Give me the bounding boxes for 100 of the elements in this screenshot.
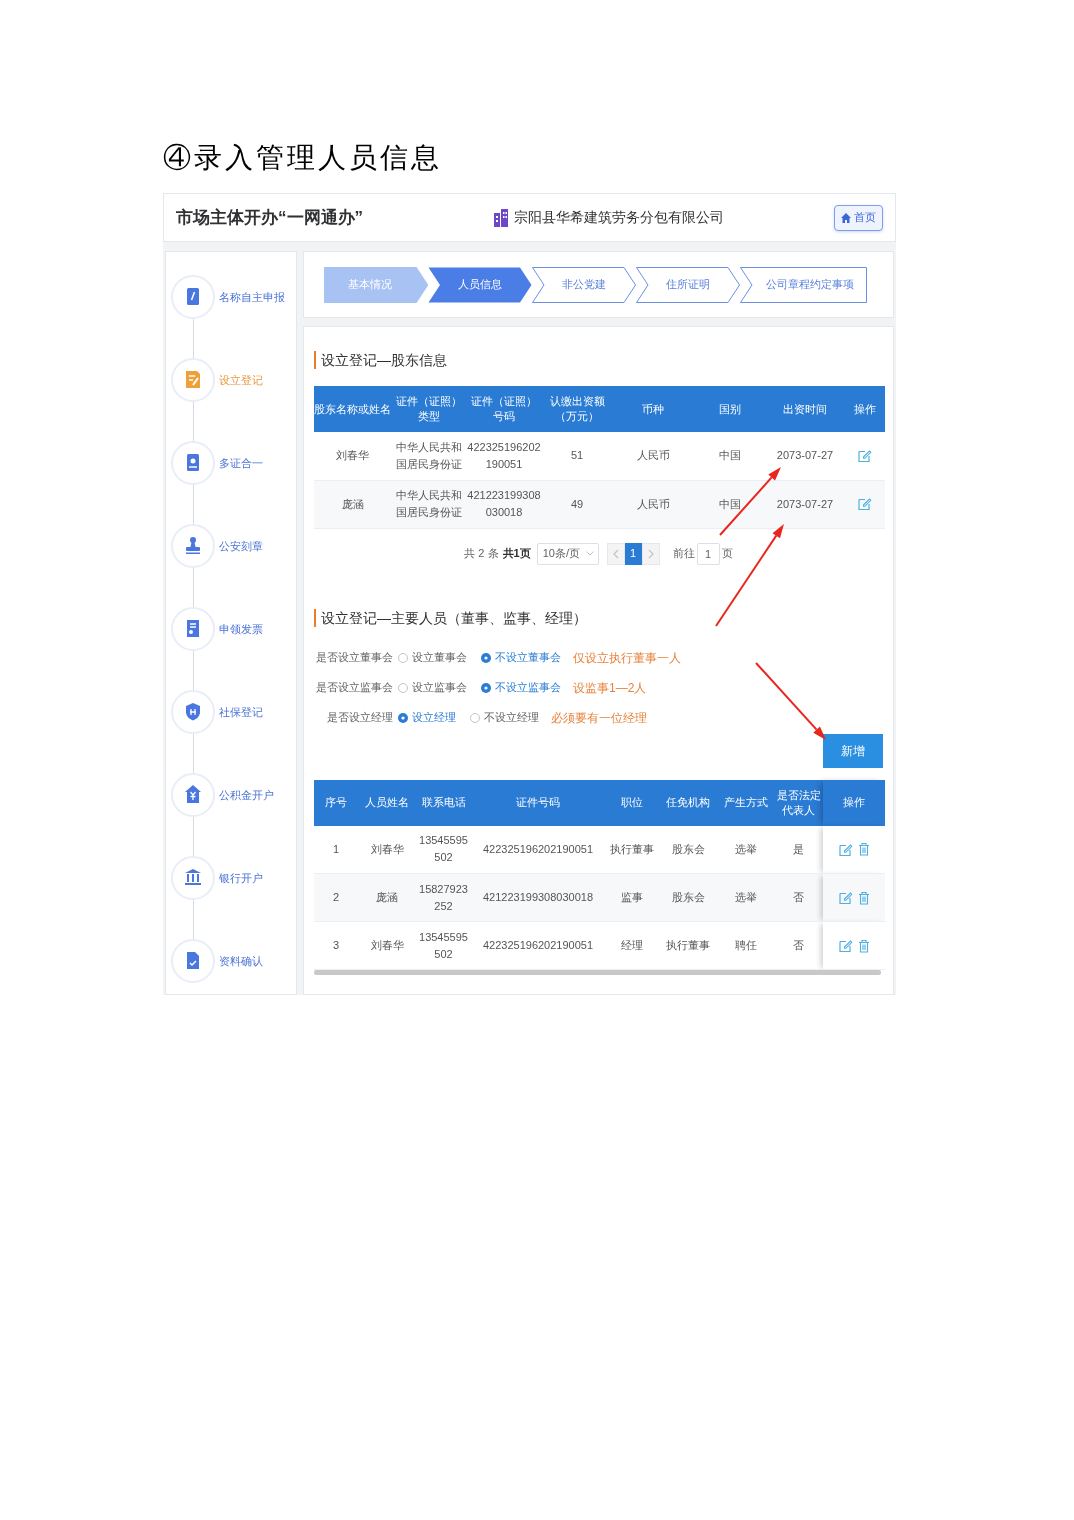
sidebar-item[interactable]: 多证合一 bbox=[166, 441, 296, 485]
add-button[interactable]: 新增 bbox=[823, 733, 883, 768]
prev-page-button[interactable] bbox=[606, 542, 625, 565]
page-heading: ④录入管理人员信息 bbox=[163, 140, 442, 176]
table-cell: 中华人民共和国居民身份证 bbox=[391, 432, 467, 480]
app-title: 市场主体开办“一网通办” bbox=[176, 207, 363, 227]
sidebar-item[interactable]: 社保登记 bbox=[166, 690, 296, 734]
column-header: 国别 bbox=[693, 386, 766, 432]
table-cell: 2073-07-27 bbox=[766, 480, 844, 528]
notebook-icon bbox=[171, 275, 215, 319]
horizontal-scrollbar[interactable] bbox=[314, 970, 881, 975]
step-tab[interactable]: 住所证明 bbox=[636, 266, 740, 303]
goto-label: 前往 bbox=[672, 546, 695, 562]
hint-text: 设监事1—2人 bbox=[573, 679, 647, 697]
column-header: 序号 bbox=[314, 779, 358, 826]
radio-icon[interactable] bbox=[481, 682, 491, 693]
sidebar-item[interactable]: 名称自主申报 bbox=[166, 275, 296, 319]
table-cell: 股东会 bbox=[659, 873, 717, 922]
step-connector bbox=[193, 900, 194, 939]
column-header: 股东名称或姓名 bbox=[314, 386, 391, 432]
trash-icon[interactable] bbox=[858, 890, 870, 905]
company-name: 宗阳县华希建筑劳务分包有限公司 bbox=[514, 208, 724, 227]
column-header: 任免机构 bbox=[659, 779, 717, 826]
step-connector bbox=[193, 485, 194, 524]
sidebar-item[interactable]: 银行开户 bbox=[166, 856, 296, 900]
step-connector bbox=[193, 817, 194, 856]
document-check-icon bbox=[171, 939, 215, 983]
step-tab[interactable]: 公司章程约定事项 bbox=[740, 266, 867, 303]
sidebar-item[interactable]: 公安刻章 bbox=[166, 524, 296, 568]
radio-option[interactable]: 不设立经理 bbox=[470, 709, 539, 726]
sidebar-item[interactable]: 申领发票 bbox=[166, 607, 296, 651]
table-cell: 庞涵 bbox=[314, 480, 391, 528]
column-header: 人员姓名 bbox=[358, 779, 416, 826]
caret-down-icon bbox=[585, 551, 594, 556]
table-cell: 中国 bbox=[693, 480, 766, 528]
document-pen-icon bbox=[171, 358, 215, 402]
edit-icon[interactable] bbox=[856, 447, 873, 464]
table-cell: 刘春华 bbox=[358, 921, 416, 970]
section-title: 设立登记—股东信息 bbox=[314, 351, 447, 369]
table-cell: 刘春华 bbox=[358, 825, 416, 874]
table-cell: 13545595502 bbox=[416, 825, 471, 874]
sidebar-item[interactable]: 公积金开户 bbox=[166, 773, 296, 817]
step-tab[interactable]: 人员信息 bbox=[428, 266, 532, 303]
edit-icon[interactable] bbox=[838, 938, 852, 953]
table-cell: 人民币 bbox=[613, 432, 693, 480]
chevron-right-icon bbox=[647, 548, 654, 559]
radio-option[interactable]: 不设立董事会 bbox=[481, 649, 561, 666]
table-cell: 否 bbox=[774, 873, 823, 922]
column-header: 操作 bbox=[823, 779, 885, 826]
invoice-icon bbox=[171, 607, 215, 651]
radio-option[interactable]: 设立监事会 bbox=[398, 679, 467, 696]
table-cell: 经理 bbox=[605, 921, 659, 970]
radio-icon[interactable] bbox=[398, 652, 408, 663]
table-cell: 中国 bbox=[693, 432, 766, 480]
table-cell: 3 bbox=[314, 921, 358, 970]
hint-text: 必须要有一位经理 bbox=[551, 709, 647, 727]
goto-page-input[interactable]: 1 bbox=[696, 542, 720, 565]
radio-option[interactable]: 设立经理 bbox=[398, 709, 456, 726]
table-cell: 选举 bbox=[717, 825, 774, 874]
table-cell: 否 bbox=[774, 921, 823, 970]
home-icon bbox=[841, 212, 851, 223]
column-header: 联系电话 bbox=[416, 779, 471, 826]
column-header: 认缴出资额（万元） bbox=[541, 386, 613, 432]
bank-icon bbox=[171, 856, 215, 900]
edit-icon[interactable] bbox=[856, 496, 873, 512]
chevron-left-icon bbox=[612, 548, 619, 559]
trash-icon[interactable] bbox=[858, 938, 870, 953]
table-cell: 422325196202190051 bbox=[471, 921, 605, 970]
radio-icon[interactable] bbox=[481, 652, 491, 663]
radio-option[interactable]: 不设立监事会 bbox=[481, 679, 561, 696]
edit-icon[interactable] bbox=[838, 890, 852, 905]
house-icon bbox=[171, 773, 215, 817]
trash-icon[interactable] bbox=[858, 842, 870, 857]
question-label: 是否设立经理 bbox=[327, 710, 393, 726]
radio-icon[interactable] bbox=[398, 712, 408, 723]
step-connector bbox=[193, 651, 194, 690]
stamp-icon bbox=[171, 524, 215, 568]
radio-option[interactable]: 设立董事会 bbox=[398, 649, 467, 666]
table-cell: 股东会 bbox=[659, 825, 717, 874]
radio-icon[interactable] bbox=[398, 682, 408, 693]
table-cell: 中华人民共和国居民身份证 bbox=[391, 480, 467, 528]
total-count: 共 2 条 bbox=[464, 546, 499, 562]
page-size-select[interactable]: 10条/页 bbox=[536, 542, 599, 565]
table-cell: 422325196202190051 bbox=[471, 825, 605, 874]
sidebar-item[interactable]: 设立登记 bbox=[166, 358, 296, 402]
table-cell: 监事 bbox=[605, 873, 659, 922]
radio-icon[interactable] bbox=[470, 712, 480, 723]
table-cell: 15827923252 bbox=[416, 873, 471, 922]
column-header: 证件号码 bbox=[471, 779, 605, 826]
next-page-button[interactable] bbox=[641, 542, 660, 565]
id-card-icon bbox=[171, 441, 215, 485]
table-cell: 聘任 bbox=[717, 921, 774, 970]
table-cell: 2 bbox=[314, 873, 358, 922]
step-tab[interactable]: 非公党建 bbox=[532, 266, 636, 303]
column-header: 是否法定代表人 bbox=[774, 779, 823, 826]
sidebar-item[interactable]: 资料确认 bbox=[166, 939, 296, 983]
edit-icon[interactable] bbox=[838, 841, 852, 857]
question-label: 是否设立监事会 bbox=[316, 680, 393, 696]
home-button[interactable]: 首页 bbox=[834, 204, 883, 231]
table-cell: 选举 bbox=[717, 873, 774, 922]
